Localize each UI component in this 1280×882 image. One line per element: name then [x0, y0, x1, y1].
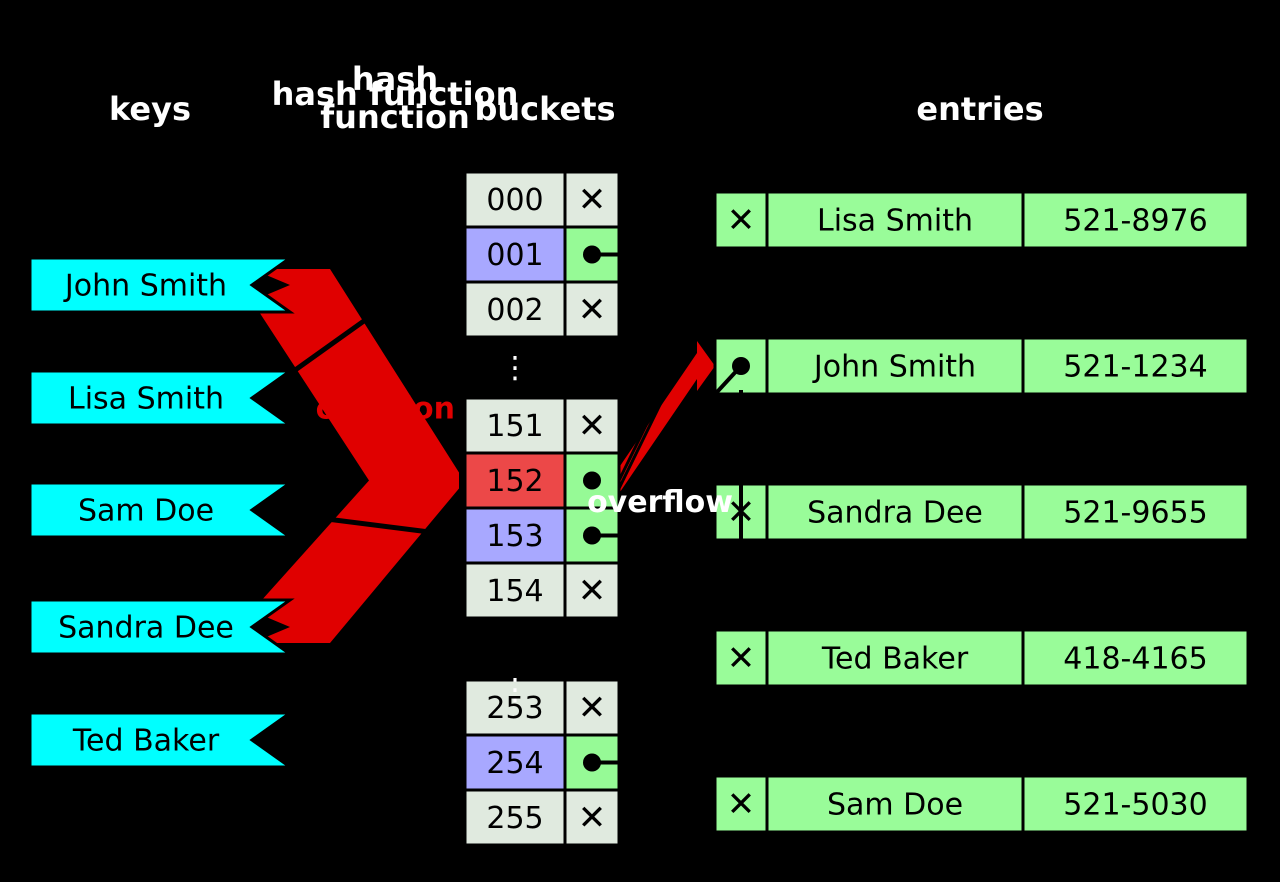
entry-name-label-3: Ted Baker	[821, 642, 969, 677]
null-icon: ✕	[578, 406, 607, 446]
bucket-idx-label-254: 254	[486, 746, 543, 781]
key-label-0: John Smith	[63, 269, 227, 304]
key-label-3: Sandra Dee	[58, 611, 234, 646]
entry-phone-label-0: 521-8976	[1063, 204, 1207, 239]
null-icon: ✕	[727, 639, 756, 679]
hash-arrow	[256, 740, 457, 763]
header-hash-1: hash	[352, 60, 438, 98]
entry-phone-label-4: 521-5030	[1063, 788, 1207, 823]
collision-arrow	[619, 341, 715, 494]
bucket-idx-label-154: 154	[486, 574, 543, 609]
bucket-idx-label-151: 151	[486, 409, 543, 444]
vdots-2: ⋮	[500, 673, 530, 708]
bucket-idx-label-001: 001	[486, 238, 543, 273]
entry-name-label-4: Sam Doe	[827, 788, 963, 823]
null-icon: ✕	[578, 571, 607, 611]
null-icon: ✕	[578, 798, 607, 838]
entry-name-label-0: Lisa Smith	[817, 204, 973, 239]
null-icon: ✕	[578, 688, 607, 728]
entry-phone-label-1: 521-1234	[1063, 350, 1207, 385]
null-icon: ✕	[727, 201, 756, 241]
entry-phone-label-3: 418-4165	[1063, 642, 1207, 677]
header-keys: keys	[109, 90, 191, 128]
bucket-idx-label-255: 255	[486, 801, 543, 836]
bucket-idx-label-152: 152	[486, 464, 543, 499]
entry-name-label-1: John Smith	[812, 350, 976, 385]
null-icon: ✕	[578, 180, 607, 220]
header-hash-2: function	[320, 98, 469, 136]
null-icon: ✕	[727, 785, 756, 825]
overflow-label: overflow	[587, 485, 733, 520]
entry-name-label-2: Sandra Dee	[807, 496, 983, 531]
null-icon: ✕	[578, 290, 607, 330]
header-buckets: buckets	[474, 90, 615, 128]
bucket-idx-label-002: 002	[486, 293, 543, 328]
key-label-2: Sam Doe	[78, 494, 214, 529]
collision-label: collision	[316, 392, 455, 427]
key-label-1: Lisa Smith	[68, 382, 224, 417]
entry-phone-label-2: 521-9655	[1063, 496, 1207, 531]
key-label-4: Ted Baker	[72, 724, 220, 759]
vdots-1: ⋮	[500, 351, 530, 386]
bucket-idx-label-153: 153	[486, 519, 543, 554]
bucket-idx-label-000: 000	[486, 183, 543, 218]
header-entries: entries	[916, 90, 1043, 128]
